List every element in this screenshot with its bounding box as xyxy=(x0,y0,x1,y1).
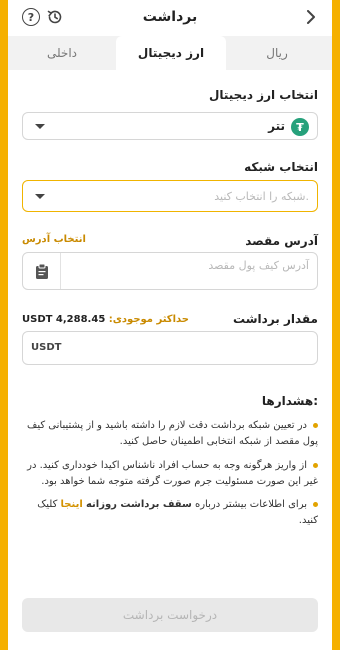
currency-value: تتر xyxy=(268,119,285,133)
submit-withdraw-button[interactable]: درخواست برداشت xyxy=(22,598,318,632)
daily-limit-text: سقف برداشت روزانه xyxy=(85,499,192,510)
clipboard-icon[interactable] xyxy=(23,253,61,289)
tab-internal[interactable]: داخلی xyxy=(8,36,116,70)
warning-item: از واریز هرگونه وجه به حساب افراد ناشناس… xyxy=(27,460,318,487)
network-select[interactable]: شبکه را انتخاب کنید. xyxy=(22,180,318,212)
select-address-link[interactable]: انتخاب آدرس xyxy=(22,234,86,245)
history-icon[interactable] xyxy=(46,8,64,26)
chevron-down-icon xyxy=(35,124,45,129)
network-placeholder: شبکه را انتخاب کنید. xyxy=(214,190,309,203)
address-input[interactable]: آدرس کیف پول مقصد xyxy=(22,252,318,290)
bullet-icon xyxy=(313,501,318,507)
tab-bar: ریال ارز دیجیتال داخلی xyxy=(8,36,332,70)
bullet-icon xyxy=(313,422,318,428)
network-label: انتخاب شبکه xyxy=(244,160,318,174)
bullet-icon xyxy=(313,462,318,468)
address-label: آدرس مقصد xyxy=(245,234,318,248)
currency-select[interactable]: ₮ تتر xyxy=(22,112,318,140)
address-placeholder: آدرس کیف پول مقصد xyxy=(208,259,309,272)
balance-label: حداکثر موجودی: xyxy=(108,314,190,325)
balance-value: USDT 4,288.45 xyxy=(22,314,106,325)
chevron-right-icon[interactable] xyxy=(302,8,320,26)
amount-unit: USDT xyxy=(31,342,62,353)
tab-crypto[interactable]: ارز دیجیتال xyxy=(116,36,226,70)
amount-input[interactable]: USDT xyxy=(22,331,318,365)
withdraw-screen: برداشت ? ریال ارز دیجیتال داخلی انتخاب ا… xyxy=(8,0,332,650)
warnings-title: هشدارها: xyxy=(261,394,318,408)
tether-icon: ₮ xyxy=(291,118,309,136)
warning-item-info: برای اطلاعات بیشتر درباره سقف برداشت روز… xyxy=(37,499,318,526)
page-title: برداشت xyxy=(142,9,198,25)
help-icon[interactable]: ? xyxy=(22,8,40,26)
amount-label: مقدار برداشت xyxy=(233,312,318,326)
tab-rial[interactable]: ریال xyxy=(222,36,332,70)
balance-info[interactable]: حداکثر موجودی: USDT 4,288.45 xyxy=(22,314,189,325)
currency-label: انتخاب ارز دیجیتال xyxy=(208,88,318,102)
chevron-down-icon xyxy=(35,194,45,199)
daily-limit-link[interactable]: اینجا xyxy=(61,499,83,510)
top-bar: برداشت ? xyxy=(8,0,332,34)
warning-item: در تعیین شبکه برداشت دقت لازم را داشته ب… xyxy=(26,420,318,447)
